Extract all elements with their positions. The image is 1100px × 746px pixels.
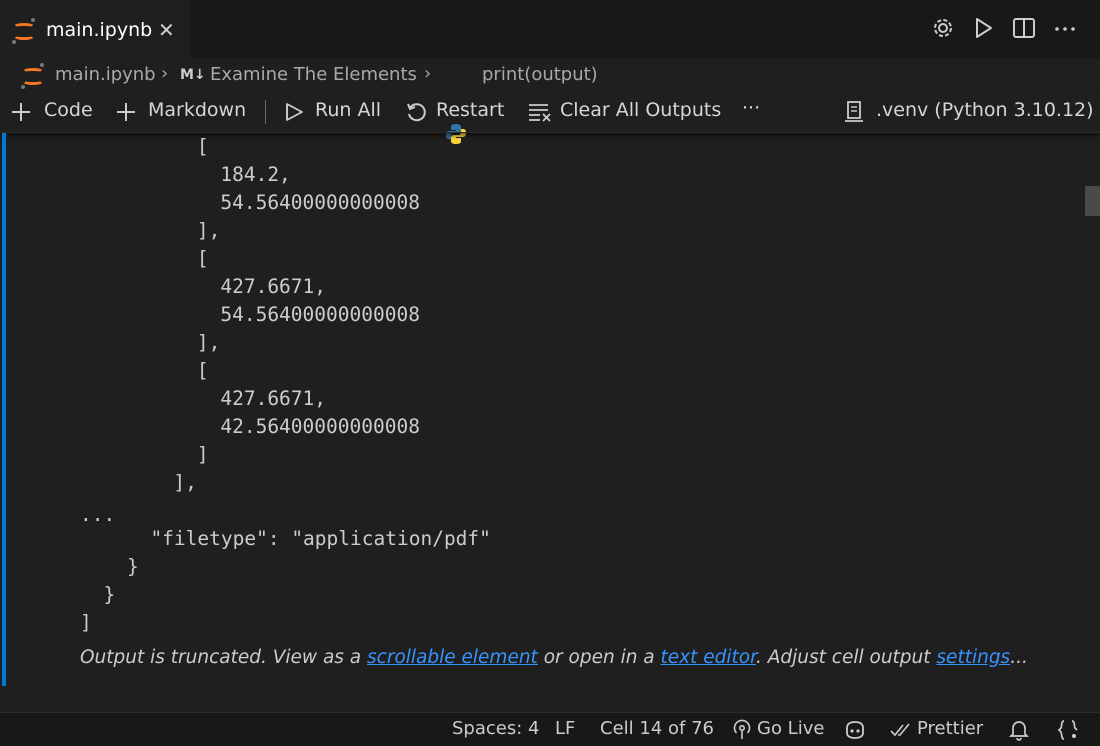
go-live-button[interactable]: Go Live <box>732 718 824 742</box>
json-braces-icon[interactable] <box>1056 718 1080 742</box>
output-line: "filetype": "application/pdf" <box>80 527 491 550</box>
kernel-picker[interactable]: .venv (Python 3.10.12) <box>843 99 1094 125</box>
plus-icon <box>117 103 135 121</box>
output-line: [ <box>56 247 209 270</box>
add-code-cell-button[interactable]: Code <box>10 99 100 125</box>
output-line: 427.6671, <box>56 387 327 410</box>
breadcrumb-file[interactable]: main.ipynb <box>55 64 156 85</box>
copilot-icon[interactable] <box>843 718 867 742</box>
cell-position-status[interactable]: Cell 14 of 76 <box>600 718 714 739</box>
scrollable-element-link[interactable]: scrollable element <box>367 647 538 668</box>
prettier-button[interactable]: Prettier <box>890 718 990 742</box>
restart-icon <box>407 103 426 122</box>
output-line: 184.2, <box>56 163 291 186</box>
output-line: } <box>80 555 139 578</box>
tab-title: main.ipynb <box>46 19 153 41</box>
chevron-right-icon: › <box>424 63 432 84</box>
split-editor-icon[interactable] <box>1010 14 1038 42</box>
output-line: ], <box>56 471 197 494</box>
double-check-icon <box>890 723 910 737</box>
more-icon: ··· <box>742 97 761 119</box>
output-line: 54.56400000000008 <box>56 303 420 326</box>
output-truncated-notice: Output is truncated. View as a scrollabl… <box>80 647 1028 668</box>
jupyter-icon <box>11 18 37 44</box>
clear-all-icon <box>529 104 551 122</box>
scrollbar-thumb[interactable] <box>1085 186 1100 216</box>
jupyter-icon <box>20 63 46 89</box>
markdown-icon: M↓ <box>180 67 206 83</box>
settings-link[interactable]: settings <box>936 647 1010 668</box>
output-line: ] <box>80 611 92 634</box>
output-line: 54.56400000000008 <box>56 191 420 214</box>
toolbar-divider <box>265 100 266 124</box>
output-line: 42.56400000000008 <box>56 415 420 438</box>
notebook-toolbar: Code Markdown Run All Restart Clear All <box>0 92 1100 133</box>
more-toolbar-actions-button[interactable]: ··· <box>742 97 772 125</box>
output-line: 427.6671, <box>56 275 327 298</box>
add-markdown-cell-button[interactable]: Markdown <box>115 99 255 125</box>
more-actions-icon[interactable] <box>1051 14 1079 42</box>
run-all-icon <box>286 103 303 121</box>
tab-main-ipynb[interactable]: main.ipynb ✕ <box>0 0 190 58</box>
close-icon[interactable]: ✕ <box>158 18 175 42</box>
kernel-icon <box>845 101 863 122</box>
restart-button[interactable]: Restart <box>405 99 515 125</box>
run-icon[interactable] <box>969 14 997 42</box>
breadcrumb: main.ipynb › M↓ Examine The Elements › p… <box>0 58 1100 144</box>
eol-status[interactable]: LF <box>555 718 575 739</box>
plus-icon <box>12 103 30 121</box>
text-editor-link[interactable]: text editor <box>661 647 756 668</box>
indentation-status[interactable]: Spaces: 4 <box>452 718 539 739</box>
breadcrumb-section[interactable]: Examine The Elements <box>210 64 417 85</box>
output-line: [ <box>56 359 209 382</box>
cell-output[interactable]: [ 184.2, 54.56400000000008 ], [ 427.6671… <box>0 133 1080 693</box>
broadcast-icon <box>733 719 751 739</box>
output-line: ], <box>56 331 221 354</box>
output-line: ], <box>56 219 221 242</box>
bell-icon[interactable] <box>1008 718 1030 742</box>
editor-tab-bar: main.ipynb ✕ <box>0 0 1100 58</box>
output-line: } <box>80 583 116 606</box>
chevron-right-icon: › <box>161 63 169 84</box>
output-line: ] <box>56 443 209 466</box>
gear-icon[interactable] <box>929 14 957 42</box>
run-all-button[interactable]: Run All <box>284 99 394 125</box>
output-line: [ <box>56 135 209 158</box>
status-bar: Spaces: 4 LF Cell 14 of 76 Go Live Prett… <box>0 712 1100 746</box>
breadcrumb-cell[interactable]: print(output) <box>482 64 598 85</box>
clear-all-outputs-button[interactable]: Clear All Outputs <box>528 99 723 125</box>
